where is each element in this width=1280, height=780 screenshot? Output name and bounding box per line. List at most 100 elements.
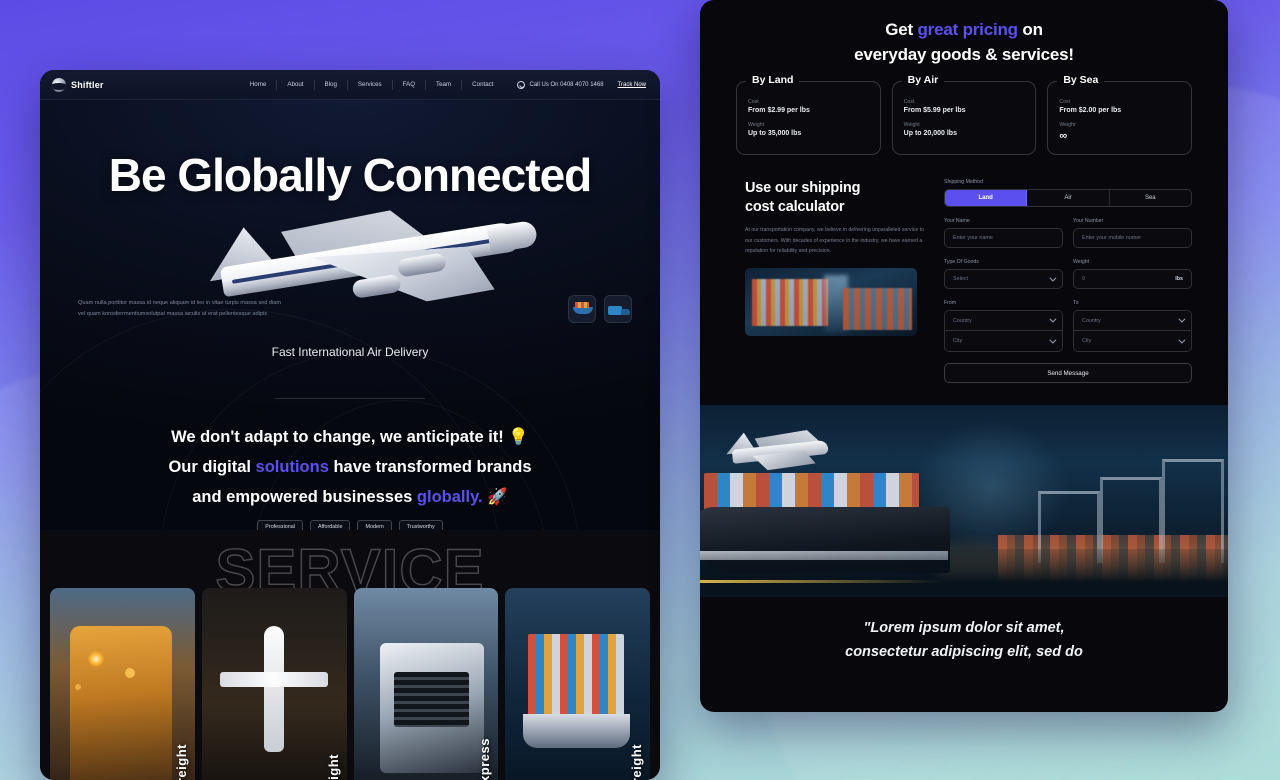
lightbulb-icon: 💡 [508, 428, 529, 446]
phone-icon [517, 80, 526, 89]
pricing-cost-value: From $2.00 per lbs [1059, 107, 1122, 115]
chip-modern[interactable]: Modern [357, 520, 392, 530]
from-city-select[interactable]: City [945, 331, 1062, 352]
pricing-headline-end: on [1017, 20, 1043, 39]
chip-affordable[interactable]: Affordable [309, 520, 351, 530]
nav-item-team[interactable]: Team [426, 79, 463, 90]
pricing-card-by-land[interactable]: By Land Cost From $2.99 per lbs Weight U… [736, 74, 881, 156]
shipping-method-sea[interactable]: Sea [1110, 190, 1191, 206]
weight-unit: lbs [1175, 276, 1183, 283]
from-country-select[interactable]: Country [945, 311, 1062, 332]
nav-item-about[interactable]: About [277, 79, 315, 90]
your-name-label: Your Name [944, 218, 970, 225]
service-card-label: Flight [325, 753, 341, 780]
pricing-cost-value: From $5.99 per lbs [903, 107, 966, 115]
to-city-value: City [1082, 338, 1092, 345]
hero-section: Be Globally Connected Quam nulla porttit… [40, 100, 660, 530]
truck-thumbnail-icon[interactable] [604, 295, 632, 323]
type-of-goods-label: Type Of Goods [944, 259, 979, 266]
to-country-value: Country [1082, 317, 1101, 324]
pricing-card-title: By Sea [1057, 74, 1105, 87]
weight-input[interactable]: 0 lbs [1073, 269, 1192, 290]
your-name-input[interactable]: Enter your name [944, 228, 1063, 249]
pricing-weight-label: Weight [1059, 122, 1076, 129]
truck-service-card[interactable]: Express [353, 588, 499, 780]
pricing-header: Get great pricing on everyday goods & se… [700, 0, 1228, 81]
hero-paragraph: Quam nulla porttitor massa id neque aliq… [78, 300, 282, 317]
shipping-method-air[interactable]: Air [1027, 190, 1110, 207]
pricing-headline-start: Get [885, 20, 918, 39]
to-country-select[interactable]: Country [1074, 311, 1191, 332]
quote-line2: consectetur adipiscing elit, sed do [845, 643, 1083, 660]
nav-item-faq[interactable]: FAQ [393, 79, 427, 90]
tagline-line3-start: and empowered businesses [192, 488, 417, 507]
sea-service-card[interactable]: Freight [505, 588, 650, 780]
send-message-button[interactable]: Send Message [944, 363, 1192, 384]
name-number-row: Your Name Enter your name Your Number En… [944, 218, 1192, 249]
ship-thumbnail-icon[interactable] [568, 295, 596, 323]
from-country-value: Country [953, 317, 972, 324]
service-card-label: Freight [629, 744, 644, 780]
pricing-cost-label: Cost [903, 99, 915, 106]
pricing-weight-value: Up to 35,000 lbs [748, 130, 802, 138]
type-of-goods-select[interactable]: Select [944, 269, 1063, 290]
brand-name: Shiftler [71, 79, 104, 90]
service-card-row: Freight Flight Express Freight [50, 588, 650, 780]
chevron-down-icon [1049, 336, 1057, 344]
pricing-card-title: By Land [746, 74, 800, 87]
shipping-method-land[interactable]: Land [945, 190, 1028, 207]
logistics-hero-image [700, 405, 1228, 598]
site-navbar: Shiftler Home About Blog Services FAQ Te… [40, 70, 660, 100]
to-group: Country City [1073, 310, 1192, 353]
quote-line1: "Lorem ipsum dolor sit amet, [863, 620, 1065, 637]
to-label: To [1073, 300, 1079, 307]
to-city-select[interactable]: City [1074, 331, 1191, 352]
hero-tagline: We don't adapt to change, we anticipate … [40, 422, 660, 512]
calculator-heading-line1: Use our shipping [745, 180, 861, 197]
calculator-section: Use our shipping cost calculator At our … [700, 155, 1228, 384]
call-us-link[interactable]: Call Us On 0408 4070 1468 [517, 80, 604, 89]
nav-item-contact[interactable]: Contact [462, 80, 503, 90]
call-us-label: Call Us On 0408 4070 1468 [529, 81, 604, 88]
air-service-card[interactable]: Flight [201, 588, 347, 780]
from-to-row: From Country City To Country City [944, 300, 1192, 353]
aerial-port-photo [745, 267, 917, 336]
chevron-down-icon [1049, 315, 1057, 323]
goods-weight-row: Type Of Goods Select Weight 0 lbs [944, 259, 1192, 290]
shipping-cost-form: Shipping Method Land Air Sea Your Name E… [944, 179, 1192, 384]
your-number-input[interactable]: Enter your mobile numer [1073, 228, 1192, 249]
type-of-goods-value: Select [953, 276, 968, 283]
train-service-card[interactable]: Freight [50, 588, 195, 780]
shipping-method-toggle: Land Air Sea [944, 189, 1192, 208]
pricing-card-by-air[interactable]: By Air Cost From $5.99 per lbs Weight Up… [891, 74, 1037, 156]
shipping-method-label: Shipping Method [944, 179, 983, 186]
from-city-value: City [953, 338, 963, 345]
nav-item-home[interactable]: Home [240, 79, 278, 90]
tagline-accent-solutions: solutions [255, 458, 329, 477]
service-section: SERVICE Freight Flight Express Freight [40, 530, 660, 780]
rocket-icon: 🚀 [487, 488, 508, 507]
pricing-cost-label: Cost [1059, 99, 1071, 106]
tagline-accent-globally: globally. [416, 488, 483, 507]
hero-thumbnail-group [568, 295, 632, 323]
chip-professional[interactable]: Professional [257, 520, 303, 530]
pricing-headline-accent: great pricing [917, 20, 1018, 39]
from-label: From [944, 300, 957, 307]
attribute-chip-group: Professional Affordable Modern Trustwort… [40, 520, 660, 530]
weight-value: 0 [1082, 276, 1085, 283]
nav-item-services[interactable]: Services [348, 79, 393, 90]
navbar-right-group: Call Us On 0408 4070 1468 Track Now [517, 80, 646, 89]
pricing-weight-value: Up to 20,000 lbs [903, 130, 957, 138]
chip-trustworthy[interactable]: Trustworthy [398, 520, 443, 530]
testimonial-quote: "Lorem ipsum dolor sit amet, consectetur… [700, 597, 1228, 664]
nav-item-blog[interactable]: Blog [315, 79, 348, 90]
weight-label: Weight [1073, 259, 1090, 266]
pricing-weight-label: Weight [903, 122, 920, 129]
hero-divider [275, 398, 425, 399]
chevron-down-icon [1049, 274, 1057, 282]
track-now-link[interactable]: Track Now [618, 82, 646, 88]
calculator-description: At our transportation company, we believ… [745, 227, 924, 254]
brand-logo[interactable]: Shiftler [52, 77, 104, 92]
pricing-card-by-sea[interactable]: By Sea Cost From $2.00 per lbs Weight ∞ [1047, 74, 1193, 156]
shiftler-logo-icon [52, 77, 66, 92]
